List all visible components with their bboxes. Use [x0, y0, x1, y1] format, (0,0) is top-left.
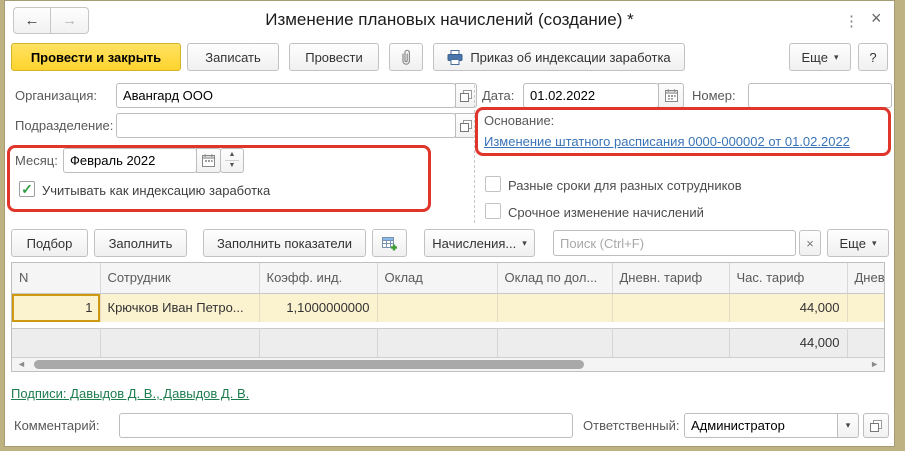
responsible-dropdown-button[interactable]: ▾ [837, 413, 859, 438]
paperclip-icon [399, 49, 413, 66]
chevron-down-icon: ▾ [871, 237, 877, 248]
date-label: Дата: [482, 88, 515, 103]
cell-day2[interactable] [847, 293, 884, 322]
responsible-field[interactable]: Администратор [684, 413, 838, 438]
more-label: Еще [839, 235, 866, 251]
back-icon: ← [24, 12, 40, 29]
more-button-table[interactable]: Еще ▾ [827, 229, 889, 257]
responsible-value: Администратор [691, 418, 785, 433]
clear-icon: × [806, 235, 814, 251]
accruals-label: Начисления... [432, 235, 517, 251]
horizontal-scrollbar[interactable]: ◄ ► [12, 357, 884, 371]
fill-indicators-button[interactable]: Заполнить показатели [203, 229, 366, 257]
forward-button[interactable]: → [51, 7, 89, 34]
month-field[interactable] [63, 148, 197, 173]
check-icon: ✓ [21, 181, 33, 197]
col-header-hour-rate[interactable]: Час. тариф [729, 263, 848, 294]
org-label: Организация: [15, 88, 98, 103]
open-icon [460, 119, 472, 132]
comment-field[interactable] [119, 413, 573, 438]
number-label: Номер: [692, 88, 736, 103]
accruals-table: N Сотрудник Коэфф. инд. Оклад Оклад по д… [11, 262, 885, 372]
date-field[interactable] [523, 83, 659, 108]
form-divider [474, 85, 475, 223]
write-button[interactable]: Записать [187, 43, 279, 71]
open-icon [870, 419, 882, 432]
responsible-open-button[interactable] [863, 413, 889, 438]
cell-salary-pos[interactable] [497, 293, 613, 322]
diff-terms-checkbox[interactable] [485, 176, 501, 192]
urgent-checkbox-label: Срочное изменение начислений [508, 205, 704, 220]
cell-salary[interactable] [377, 293, 498, 322]
totals-hour-rate: 44,000 [729, 327, 848, 357]
col-header-day-rate[interactable]: Дневн. тариф [612, 263, 730, 294]
basis-label: Основание: [484, 113, 555, 128]
table-totals-row: 44,000 [12, 327, 884, 357]
search-input[interactable] [553, 230, 796, 256]
print-order-label: Приказ об индексации заработка [470, 49, 671, 65]
back-button[interactable]: ← [13, 7, 51, 34]
col-header-employee[interactable]: Сотрудник [100, 263, 260, 294]
more-label: Еще [801, 49, 828, 65]
page-title: Изменение плановых начислений (создание)… [265, 10, 634, 29]
window-menu-icon[interactable]: ⋮ [844, 12, 859, 30]
scroll-left-icon[interactable]: ◄ [17, 359, 26, 369]
attachments-button[interactable] [389, 43, 423, 71]
cell-hour-rate[interactable]: 44,000 [729, 293, 848, 322]
search-clear-button[interactable]: × [799, 230, 821, 256]
responsible-label: Ответственный: [583, 418, 680, 433]
basis-link[interactable]: Изменение штатного расписания 0000-00000… [484, 134, 850, 149]
more-button-top[interactable]: Еще ▾ [789, 43, 851, 71]
pick-button[interactable]: Подбор [11, 229, 88, 257]
col-header-day2[interactable]: Днев [847, 263, 884, 294]
table-header-row: N Сотрудник Коэфф. инд. Оклад Оклад по д… [12, 263, 884, 294]
cell-n[interactable]: 1 [12, 293, 101, 322]
month-spinner[interactable]: ▲ ▼ [220, 148, 244, 173]
post-button[interactable]: Провести [289, 43, 379, 71]
add-row-button[interactable] [372, 229, 407, 257]
dept-label: Подразделение: [15, 118, 114, 133]
org-field[interactable] [116, 83, 456, 108]
document-window: ← → Изменение плановых начислений (созда… [4, 0, 895, 447]
help-button[interactable]: ? [858, 43, 888, 71]
scroll-right-icon[interactable]: ► [870, 359, 879, 369]
cell-coeff[interactable]: 1,1000000000 [259, 293, 378, 322]
cell-day-rate[interactable] [612, 293, 730, 322]
close-icon[interactable]: × [871, 8, 882, 29]
scrollbar-thumb[interactable] [34, 360, 584, 369]
accruals-button[interactable]: Начисления... ▾ [424, 229, 535, 257]
printer-icon [447, 49, 463, 65]
spin-up-icon: ▲ [228, 151, 236, 158]
calendar-icon [202, 154, 215, 167]
dept-field[interactable] [116, 113, 456, 138]
table-row[interactable]: 1 Крючков Иван Петро... 1,1000000000 44,… [12, 293, 884, 322]
date-calendar-button[interactable] [658, 83, 684, 108]
chevron-down-icon: ▾ [845, 420, 851, 430]
urgent-checkbox[interactable] [485, 203, 501, 219]
calendar-icon [664, 89, 678, 102]
open-icon [460, 89, 472, 102]
comment-label: Комментарий: [14, 418, 100, 433]
number-field[interactable] [748, 83, 892, 108]
col-header-coeff[interactable]: Коэфф. инд. [259, 263, 378, 294]
nav-buttons: ← → [13, 7, 89, 34]
print-order-button[interactable]: Приказ об индексации заработка [433, 43, 685, 71]
forward-icon: → [62, 12, 77, 29]
col-header-salary[interactable]: Оклад [377, 263, 498, 294]
indexation-checkbox[interactable]: ✓ [19, 181, 35, 197]
diff-terms-checkbox-label: Разные сроки для разных сотрудников [508, 178, 742, 193]
spin-down-icon: ▼ [228, 162, 236, 169]
fill-button[interactable]: Заполнить [94, 229, 187, 257]
cell-employee[interactable]: Крючков Иван Петро... [100, 293, 260, 322]
col-header-salary-pos[interactable]: Оклад по дол... [497, 263, 613, 294]
chevron-down-icon: ▾ [833, 51, 839, 62]
post-and-close-button[interactable]: Провести и закрыть [11, 43, 181, 71]
signatures-link[interactable]: Подписи: Давыдов Д. В., Давыдов Д. В. [11, 386, 249, 401]
chevron-down-icon: ▾ [522, 237, 527, 248]
indexation-checkbox-label: Учитывать как индексацию заработка [42, 183, 271, 198]
month-calendar-button[interactable] [196, 148, 221, 173]
table-add-icon [381, 235, 398, 252]
col-header-n[interactable]: N [12, 263, 101, 294]
month-label: Месяц: [15, 153, 58, 168]
